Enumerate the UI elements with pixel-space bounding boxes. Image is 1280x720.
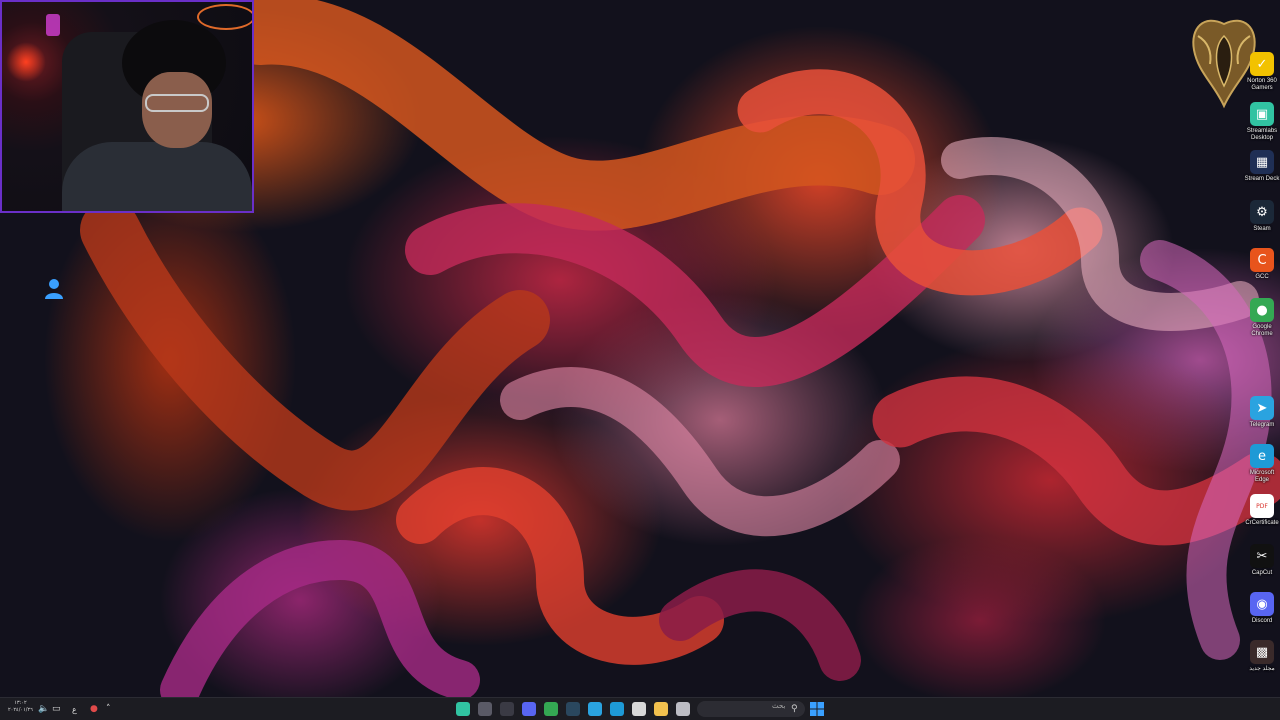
taskbar-app-streamlabs[interactable]: [456, 702, 470, 716]
clock[interactable]: ١٣:٠٢ ٢٠٢٤/٠١/٢٦: [8, 700, 33, 714]
steam-icon: ⚙: [1250, 200, 1274, 224]
streamer-shirt: [62, 142, 252, 211]
desktop-shortcut-pdf[interactable]: PDF CrCertificate: [1242, 494, 1280, 527]
telegram-icon: ➤: [1250, 396, 1274, 420]
taskbar-app-discord[interactable]: [522, 702, 536, 716]
taskbar-app-app-11[interactable]: [676, 702, 690, 716]
background-light: [6, 42, 46, 82]
desktop-shortcut-edge[interactable]: e Microsoft Edge: [1242, 444, 1280, 484]
language-indicator[interactable]: ع: [72, 702, 77, 716]
taskbar-app-edge[interactable]: [610, 702, 624, 716]
gcc-icon: C: [1250, 248, 1274, 272]
desktop-shortcut-streamlabs[interactable]: ▣ Streamlabs Desktop: [1242, 102, 1280, 142]
desktop-shortcut-folder-thumbnail[interactable]: ▩ ﻣﺠﻠﺪ ﺟﺪﻳﺪ: [1242, 640, 1280, 673]
desktop-shortcut-label: CrCertificate: [1245, 520, 1279, 526]
stream-deck-icon: ▦: [1250, 150, 1274, 174]
folder-thumbnail-icon: ▩: [1250, 640, 1274, 664]
desktop-shortcut-label: GCC: [1255, 274, 1269, 280]
desktop-shortcut-label: Microsoft Edge: [1249, 470, 1275, 483]
norton-icon: ✓: [1250, 52, 1274, 76]
search-placeholder: بحث: [772, 702, 786, 710]
windows-logo-icon: [810, 702, 824, 716]
edge-icon: e: [1250, 444, 1274, 468]
neon-sign: [197, 4, 252, 30]
webcam-overlay: [0, 0, 254, 213]
desktop-shortcut-capcut[interactable]: ✂ CapCut: [1242, 544, 1280, 577]
desktop-shortcut-label: Steam: [1253, 226, 1271, 232]
desktop-shortcut-label: ﻣﺠﻠﺪ ﺟﺪﻳﺪ: [1249, 666, 1275, 672]
desktop-shortcut-stream-deck[interactable]: ▦ Stream Deck: [1242, 150, 1280, 183]
desktop-shortcut-label: CapCut: [1251, 570, 1273, 576]
clock-date: ٢٠٢٤/٠١/٢٦: [8, 707, 33, 713]
desktop-shortcut-chrome[interactable]: ● Google Chrome: [1242, 298, 1280, 338]
streamlabs-icon: ▣: [1250, 102, 1274, 126]
desktop-shortcut-label: Telegram: [1249, 422, 1275, 428]
streamer-glasses: [145, 94, 209, 112]
pdf-icon: PDF: [1250, 494, 1274, 518]
chevron-up-icon[interactable]: ˄: [106, 702, 111, 716]
taskbar-app-app-3[interactable]: [500, 702, 514, 716]
desktop-shortcut-label: Google Chrome: [1251, 324, 1273, 337]
speaker-icon[interactable]: 🔈: [38, 702, 49, 716]
taskbar-app-chrome[interactable]: [544, 702, 558, 716]
desktop-shortcut-label: Streamlabs Desktop: [1246, 128, 1278, 141]
background-lamp: [46, 14, 60, 36]
search-box[interactable]: [697, 701, 805, 717]
desktop-shortcut-gcc[interactable]: C GCC: [1242, 248, 1280, 281]
desktop-shortcut-norton[interactable]: ✓ Norton 360 Gamers: [1242, 52, 1280, 92]
user-icon[interactable]: [44, 278, 64, 300]
desktop-shortcut-label: Stream Deck: [1244, 176, 1280, 182]
discord-icon: ◉: [1250, 592, 1274, 616]
taskbar-app-store[interactable]: [632, 702, 646, 716]
taskbar-app-telegram[interactable]: [588, 702, 602, 716]
search-icon[interactable]: ⚲: [791, 702, 798, 716]
chrome-icon: ●: [1250, 298, 1274, 322]
start-button[interactable]: [810, 702, 824, 716]
desktop-shortcut-label: Discord: [1251, 618, 1273, 624]
desktop-shortcut-telegram[interactable]: ➤ Telegram: [1242, 396, 1280, 429]
taskbar: ١٣:٠٢ ٢٠٢٤/٠١/٢٦ 🔈 ▭ ع ● ˄ بحث ⚲: [0, 697, 1280, 720]
taskbar-app-app-2[interactable]: [478, 702, 492, 716]
taskbar-app-steam[interactable]: [566, 702, 580, 716]
desktop-shortcut-label: Norton 360 Gamers: [1247, 78, 1277, 91]
taskbar-app-file-explorer[interactable]: [654, 702, 668, 716]
desktop-shortcut-discord[interactable]: ◉ Discord: [1242, 592, 1280, 625]
clock-time: ١٣:٠٢: [14, 700, 27, 706]
display-icon[interactable]: ▭: [52, 702, 61, 716]
capcut-icon: ✂: [1250, 544, 1274, 568]
microphone-icon[interactable]: ●: [90, 702, 98, 716]
desktop-shortcut-steam[interactable]: ⚙ Steam: [1242, 200, 1280, 233]
